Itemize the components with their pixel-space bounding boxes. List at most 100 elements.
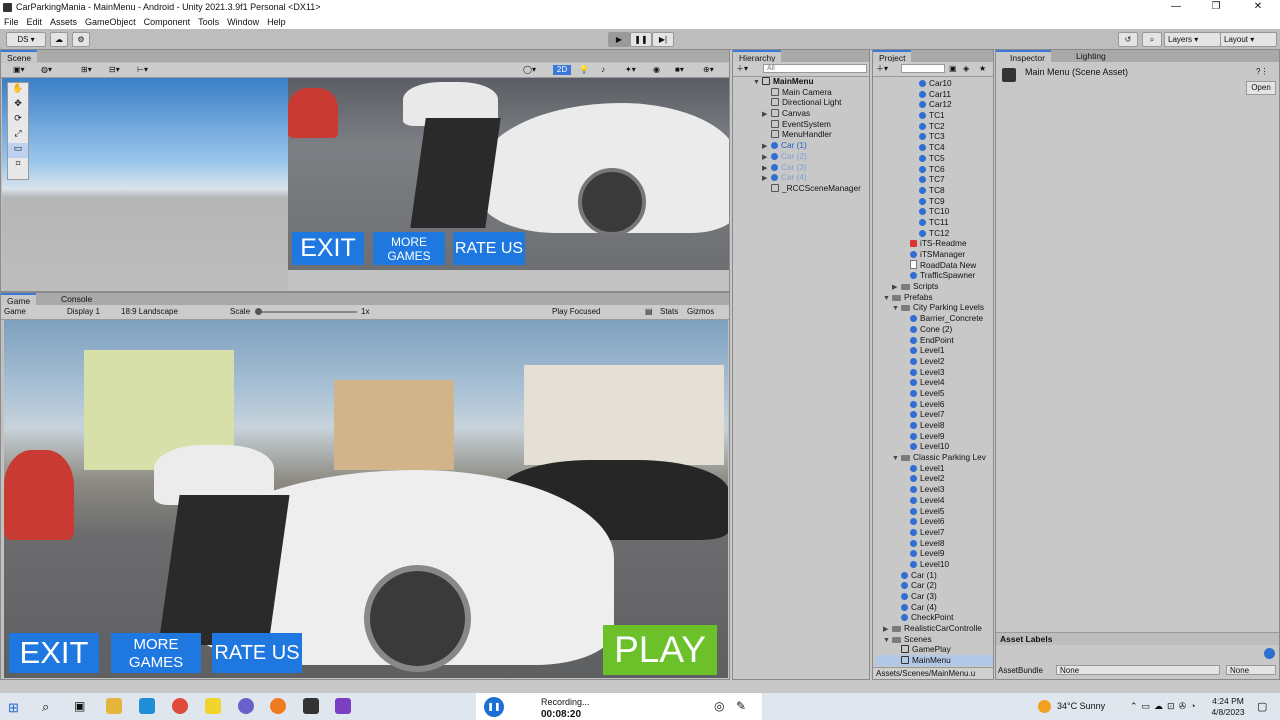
scale-slider-handle[interactable]: [255, 308, 262, 315]
project-item[interactable]: TC8: [876, 185, 993, 196]
project-search-input[interactable]: [901, 64, 945, 73]
project-folder[interactable]: ▼ City Parking Levels: [876, 302, 993, 313]
menu-component[interactable]: Component: [140, 15, 195, 29]
hierarchy-search-input[interactable]: [763, 64, 867, 73]
system-tray-icons[interactable]: ⌃▭☁⊡✇◔: [1130, 701, 1200, 712]
add-icon[interactable]: ＋▾: [876, 64, 888, 74]
open-button[interactable]: Open: [1246, 81, 1276, 95]
play-button[interactable]: ▶: [608, 32, 630, 47]
render-icon[interactable]: ◍▾: [41, 65, 52, 75]
project-item[interactable]: Level8: [876, 420, 993, 431]
step-button[interactable]: ▶|: [652, 32, 674, 47]
label-tag-icon[interactable]: [1264, 648, 1275, 659]
project-item[interactable]: Level5: [876, 388, 993, 399]
layout-dropdown[interactable]: Layout ▾: [1220, 32, 1277, 47]
hierarchy-item[interactable]: ▶ Car (1): [753, 140, 861, 151]
scene-exit-button[interactable]: EXIT: [292, 232, 364, 265]
project-item[interactable]: Level2: [876, 356, 993, 367]
project-item-selected[interactable]: MainMenu: [876, 655, 993, 666]
project-item[interactable]: EndPoint: [876, 335, 993, 346]
project-folder[interactable]: ▼ Prefabs: [876, 292, 993, 303]
project-folder[interactable]: ▼ Scenes: [876, 634, 993, 645]
chrome-icon[interactable]: [172, 698, 188, 714]
project-item[interactable]: Level2: [876, 473, 993, 484]
scale-tool-icon[interactable]: ⤢: [8, 128, 28, 143]
scene-rate-us-button[interactable]: RATE US: [453, 232, 525, 265]
project-item[interactable]: Car11: [876, 89, 993, 100]
project-item[interactable]: Level1: [876, 345, 993, 356]
add-icon[interactable]: ＋▾: [736, 64, 748, 74]
clock-time[interactable]: 4:24 PM: [1208, 696, 1248, 706]
skype-icon[interactable]: [139, 698, 155, 714]
hierarchy-item[interactable]: _RCCSceneManager: [753, 183, 861, 194]
project-folder[interactable]: ▼ Classic Parking Lev: [876, 452, 993, 463]
stats-button[interactable]: Stats: [660, 307, 678, 317]
hierarchy-item[interactable]: MenuHandler: [753, 129, 861, 140]
project-item[interactable]: Car (4): [876, 602, 993, 613]
play-game-button[interactable]: PLAY: [603, 625, 717, 675]
project-item[interactable]: TC11: [876, 217, 993, 228]
project-item[interactable]: Level6: [876, 516, 993, 527]
project-item[interactable]: TC4: [876, 142, 993, 153]
asset-bundle-dropdown[interactable]: None: [1056, 665, 1220, 675]
project-item[interactable]: GamePlay: [876, 644, 993, 655]
rotate-tool-icon[interactable]: ⟳: [8, 113, 28, 128]
snap-icon[interactable]: ⊟▾: [109, 65, 120, 75]
tab-project[interactable]: Project: [873, 50, 912, 63]
weather-text[interactable]: 34°C Sunny: [1057, 701, 1105, 711]
webcam-icon[interactable]: ◎: [714, 699, 724, 713]
notification-icon[interactable]: ▢: [1257, 700, 1267, 713]
collab-icon[interactable]: ⚙: [72, 32, 90, 47]
project-item[interactable]: Car (2): [876, 580, 993, 591]
project-item[interactable]: TrafficSpawner: [876, 270, 993, 281]
project-item[interactable]: Level3: [876, 367, 993, 378]
project-item[interactable]: Car (1): [876, 570, 993, 581]
gizmo-icon[interactable]: ⊕▾: [703, 65, 714, 75]
project-item[interactable]: CheckPoint: [876, 612, 993, 623]
maximize-icon[interactable]: ❐: [1196, 0, 1236, 15]
search-icon[interactable]: ⌕: [1142, 32, 1162, 47]
notes-icon[interactable]: [205, 698, 221, 714]
display-dropdown[interactable]: Display 1: [67, 307, 100, 317]
menu-gameobject[interactable]: GameObject: [81, 15, 140, 29]
menu-assets[interactable]: Assets: [46, 15, 81, 29]
project-item[interactable]: Level6: [876, 399, 993, 410]
project-item[interactable]: TC7: [876, 174, 993, 185]
visual-studio-icon[interactable]: [335, 698, 351, 714]
hand-tool-icon[interactable]: ✋: [8, 83, 28, 98]
effects-icon[interactable]: ✦▾: [625, 65, 636, 75]
file-explorer-icon[interactable]: [106, 698, 122, 714]
project-item[interactable]: Level1: [876, 463, 993, 474]
project-item[interactable]: Level7: [876, 409, 993, 420]
camera-icon[interactable]: ■▾: [675, 65, 684, 75]
clock-date[interactable]: 4/8/2023: [1206, 707, 1250, 717]
project-item[interactable]: Cone (2): [876, 324, 993, 335]
project-item[interactable]: Level10: [876, 559, 993, 570]
tab-scene[interactable]: Scene: [1, 50, 38, 63]
tab-inspector[interactable]: Inspector: [996, 50, 1051, 63]
more-games-button[interactable]: MORE GAMES: [111, 633, 201, 673]
project-item[interactable]: Level3: [876, 484, 993, 495]
project-item[interactable]: Level4: [876, 495, 993, 506]
project-item[interactable]: Level9: [876, 431, 993, 442]
grid-icon[interactable]: ⊞▾: [81, 65, 92, 75]
menu-edit[interactable]: Edit: [23, 15, 47, 29]
project-item[interactable]: TC6: [876, 164, 993, 175]
recording-pause-icon[interactable]: ❚❚: [484, 697, 504, 717]
project-item[interactable]: RoadData New: [876, 259, 993, 271]
project-folder[interactable]: ▶ Scripts: [876, 281, 993, 292]
account-dropdown[interactable]: DS ▾: [6, 32, 46, 47]
search-taskbar-icon[interactable]: ⌕: [42, 699, 49, 715]
project-item[interactable]: Car10: [876, 78, 993, 89]
rect-tool-icon[interactable]: ▭: [8, 143, 28, 158]
tab-game[interactable]: Game: [1, 293, 37, 306]
project-item[interactable]: TC5: [876, 153, 993, 164]
project-item[interactable]: TC1: [876, 110, 993, 121]
hierarchy-item[interactable]: Main Camera: [753, 87, 861, 98]
scene-root[interactable]: ▼ MainMenu: [753, 76, 861, 87]
project-item[interactable]: iTS-Readme: [876, 238, 993, 249]
scene-sky-view[interactable]: [2, 78, 288, 291]
firefox-icon[interactable]: [270, 698, 286, 714]
menu-help[interactable]: Help: [263, 15, 290, 29]
light-icon[interactable]: 💡: [579, 65, 589, 75]
